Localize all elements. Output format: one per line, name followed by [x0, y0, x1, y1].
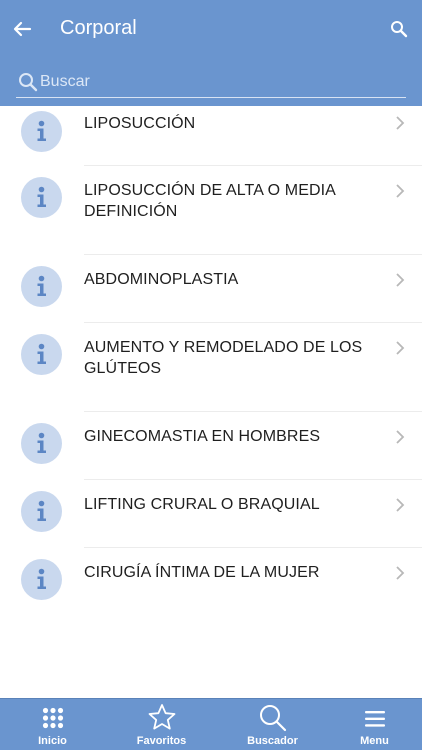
- chevron-right-icon: [395, 116, 405, 130]
- list-item-label: GINECOMASTIA EN HOMBRES: [84, 428, 321, 445]
- chevron-right-icon: [395, 184, 405, 198]
- list-item[interactable]: LIPOSUCCIÓN DE ALTA O MEDIA DEFINICIÓN: [0, 166, 422, 255]
- chevron-right-icon: [395, 566, 405, 580]
- tab-label: Menu: [360, 735, 389, 747]
- info-icon: [21, 111, 62, 152]
- tab-label: Buscador: [247, 735, 298, 747]
- tab-menu[interactable]: Menu: [322, 699, 422, 750]
- star-icon: [147, 703, 177, 736]
- info-icon: [21, 559, 62, 600]
- search-bar: [16, 68, 406, 98]
- tab-label: Inicio: [38, 735, 67, 747]
- list-item-label: ABDOMINOPLASTIA: [84, 271, 239, 288]
- list-item[interactable]: LIFTING CRURAL O BRAQUIAL: [0, 480, 422, 548]
- info-icon: [21, 334, 62, 375]
- tab-buscador[interactable]: Buscador: [220, 699, 325, 750]
- search-icon[interactable]: [390, 20, 408, 38]
- search-icon: [258, 703, 288, 738]
- grid-icon: [42, 707, 64, 734]
- search-magnifier-icon: [18, 72, 38, 92]
- page-title: Corporal: [60, 17, 137, 39]
- info-icon: [21, 177, 62, 218]
- list-item-label: LIPOSUCCIÓN DE ALTA O MEDIA DEFINICIÓN: [84, 182, 336, 220]
- app-header: Corporal: [0, 0, 422, 106]
- hamburger-icon: [364, 711, 386, 732]
- list-item[interactable]: LIPOSUCCIÓN: [0, 106, 422, 166]
- tab-inicio[interactable]: Inicio: [0, 699, 105, 750]
- tab-label: Favoritos: [136, 735, 187, 747]
- info-icon: [21, 491, 62, 532]
- bottom-tab-bar: Inicio Favoritos Buscador Menu: [0, 698, 422, 750]
- search-input[interactable]: [40, 70, 400, 94]
- chevron-right-icon: [395, 498, 405, 512]
- list-item-label: CIRUGÍA ÍNTIMA DE LA MUJER: [84, 564, 320, 581]
- info-icon: [21, 266, 62, 307]
- list-item[interactable]: CIRUGÍA ÍNTIMA DE LA MUJER: [0, 548, 422, 616]
- info-icon: [21, 423, 62, 464]
- tab-favoritos[interactable]: Favoritos: [109, 699, 214, 750]
- list-item-label: AUMENTO Y REMODELADO DE LOS GLÚTEOS: [84, 339, 363, 377]
- chevron-right-icon: [395, 273, 405, 287]
- list-item-label: LIPOSUCCIÓN: [84, 115, 196, 132]
- chevron-right-icon: [395, 341, 405, 355]
- list-item[interactable]: AUMENTO Y REMODELADO DE LOS GLÚTEOS: [0, 323, 422, 412]
- chevron-right-icon: [395, 430, 405, 444]
- list-item-label: LIFTING CRURAL O BRAQUIAL: [84, 496, 320, 513]
- back-arrow-icon[interactable]: [10, 18, 36, 40]
- list-item[interactable]: GINECOMASTIA EN HOMBRES: [0, 412, 422, 480]
- list-item[interactable]: ABDOMINOPLASTIA: [0, 255, 422, 323]
- procedure-list: LIPOSUCCIÓN LIPOSUCCIÓN DE ALTA O MEDIA …: [0, 106, 422, 616]
